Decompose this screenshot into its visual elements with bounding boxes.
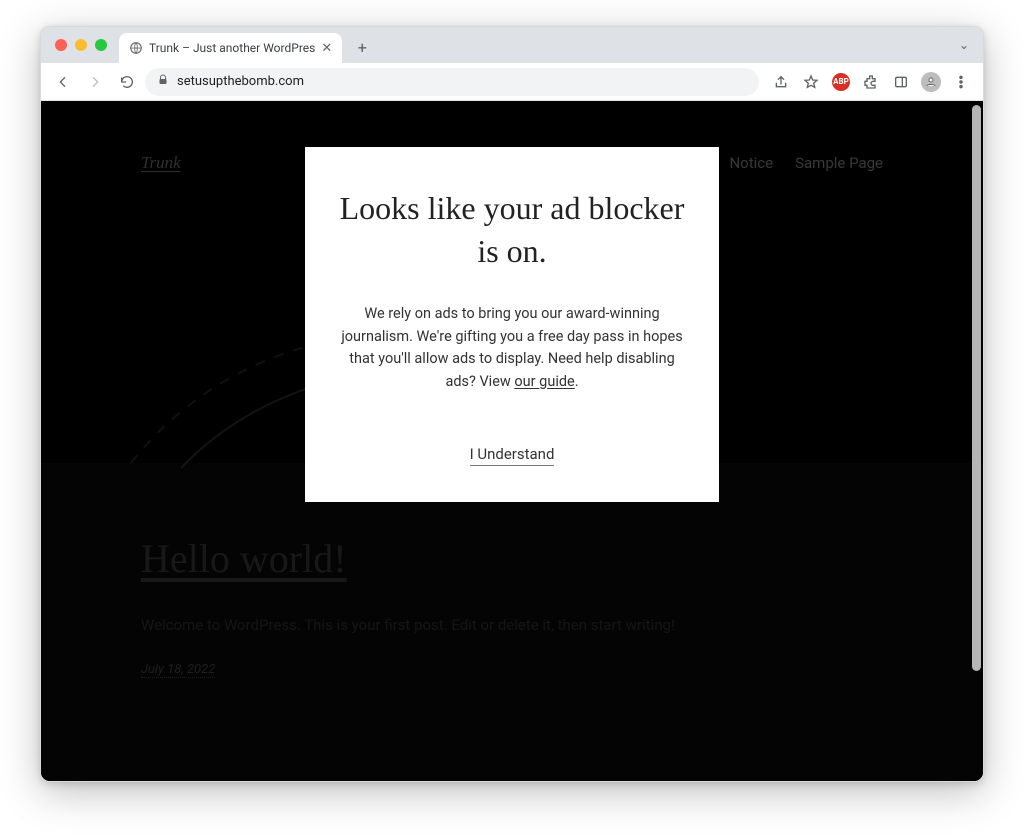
- close-tab-icon[interactable]: ✕: [321, 41, 332, 56]
- forward-button[interactable]: [81, 68, 109, 96]
- close-window-button[interactable]: [55, 39, 67, 51]
- profile-avatar[interactable]: [917, 68, 945, 96]
- globe-icon: [129, 41, 143, 55]
- maximize-window-button[interactable]: [95, 39, 107, 51]
- tab-title: Trunk – Just another WordPres: [149, 41, 315, 55]
- bookmark-star-icon[interactable]: [797, 68, 825, 96]
- modal-heading: Looks like your ad blocker is on.: [333, 187, 691, 273]
- back-button[interactable]: [49, 68, 77, 96]
- share-icon[interactable]: [767, 68, 795, 96]
- browser-toolbar: setusupthebomb.com ABP: [41, 63, 983, 101]
- modal-body-suffix: .: [575, 373, 579, 390]
- browser-tab[interactable]: Trunk – Just another WordPres ✕: [119, 33, 342, 63]
- tabs-dropdown-icon[interactable]: ⌄: [959, 38, 969, 52]
- modal-body: We rely on ads to bring you our award-wi…: [333, 303, 691, 393]
- lock-icon: [157, 74, 169, 90]
- new-tab-button[interactable]: +: [348, 33, 376, 61]
- url-text: setusupthebomb.com: [177, 74, 304, 89]
- scrollbar-thumb[interactable]: [972, 105, 981, 671]
- address-bar[interactable]: setusupthebomb.com: [145, 68, 759, 96]
- window-controls: [55, 39, 107, 51]
- adblock-extension-icon[interactable]: ABP: [827, 68, 855, 96]
- guide-link[interactable]: our guide: [514, 373, 574, 390]
- page-content: Trunk Notice Sample Page Hello world! We…: [41, 101, 983, 781]
- reload-button[interactable]: [113, 68, 141, 96]
- side-panel-icon[interactable]: [887, 68, 915, 96]
- abp-badge: ABP: [832, 73, 850, 91]
- toolbar-right: ABP: [767, 68, 975, 96]
- browser-window: Trunk – Just another WordPres ✕ + ⌄ setu…: [40, 26, 984, 782]
- tab-strip: Trunk – Just another WordPres ✕ + ⌄: [41, 27, 983, 63]
- minimize-window-button[interactable]: [75, 39, 87, 51]
- modal-body-text: We rely on ads to bring you our award-wi…: [341, 305, 682, 389]
- adblock-modal: Looks like your ad blocker is on. We rel…: [305, 147, 719, 502]
- extensions-icon[interactable]: [857, 68, 885, 96]
- understand-button[interactable]: I Understand: [470, 445, 555, 466]
- kebab-menu-icon[interactable]: [947, 68, 975, 96]
